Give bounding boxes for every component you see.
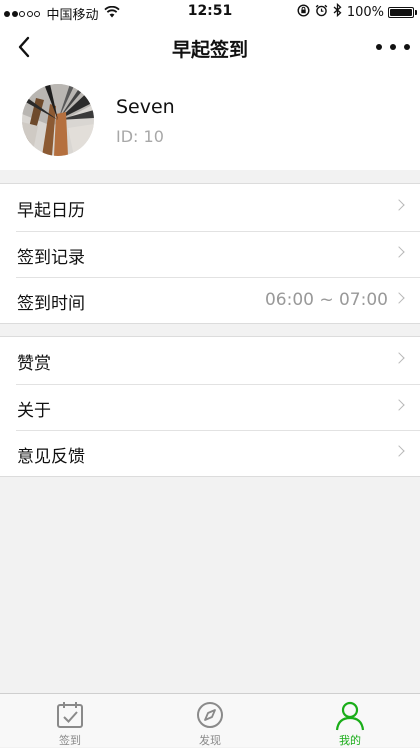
profile-card[interactable]: Seven ID: 10 (0, 70, 420, 170)
tab-discover[interactable]: 发现 (140, 694, 280, 748)
rotation-lock-icon (297, 3, 310, 21)
chevron-right-icon (393, 445, 405, 457)
chevron-right-icon (393, 199, 405, 211)
tab-label: 发现 (199, 734, 221, 747)
menu-item-label: 早起日历 (17, 201, 85, 221)
nav-bar: 早起签到 (0, 24, 420, 70)
menu-item-calendar[interactable]: 早起日历 (0, 184, 420, 231)
battery-icon (388, 6, 417, 18)
menu-item-about[interactable]: 关于 (0, 383, 420, 431)
menu-item-label: 签到记录 (17, 247, 85, 268)
person-icon (335, 701, 365, 731)
more-options-button[interactable] (376, 34, 410, 60)
settings-group-secondary: 赞赏 关于 意见反馈 (0, 336, 420, 477)
more-dot-icon (376, 44, 382, 50)
menu-item-label: 签到时间 (17, 294, 85, 315)
compass-icon (197, 702, 223, 728)
tab-label: 签到 (59, 734, 81, 747)
chevron-right-icon (393, 398, 405, 411)
more-dot-icon (390, 44, 396, 50)
menu-item-label: 意见反馈 (17, 447, 85, 468)
more-dot-icon (404, 44, 410, 50)
battery-percent: 100% (346, 4, 384, 20)
alarm-icon (315, 4, 328, 21)
menu-item-checkin-records[interactable]: 签到记录 (0, 230, 420, 278)
tab-checkin[interactable]: 签到 (0, 694, 140, 748)
checkin-time-range: 06:00 ~ 07:00 (264, 290, 388, 311)
chevron-right-icon (393, 245, 405, 258)
tab-mine[interactable]: 我的 (280, 694, 420, 748)
tab-bar: 签到 发现 我的 (0, 693, 420, 747)
status-bar: 中国移动 12:51 100% (0, 0, 420, 24)
chevron-right-icon (393, 292, 405, 304)
chevron-right-icon (393, 352, 405, 364)
status-icons: 100% (292, 2, 417, 21)
menu-item-label: 关于 (17, 400, 51, 421)
user-id: ID: 10 (116, 127, 164, 146)
menu-item-label: 赞赏 (17, 354, 51, 374)
user-name: Seven (116, 96, 175, 118)
settings-group-primary: 早起日历 签到记录 签到时间 06:00 ~ 07:00 (0, 183, 420, 324)
calendar-check-icon (57, 702, 83, 728)
menu-item-feedback[interactable]: 意见反馈 (0, 430, 420, 477)
menu-item-checkin-time[interactable]: 签到时间 06:00 ~ 07:00 (0, 277, 420, 324)
avatar (22, 84, 94, 156)
tab-label: 我的 (339, 734, 361, 747)
bluetooth-icon (333, 2, 342, 21)
menu-item-reward[interactable]: 赞赏 (0, 337, 420, 384)
page-title: 早起签到 (171, 39, 248, 61)
